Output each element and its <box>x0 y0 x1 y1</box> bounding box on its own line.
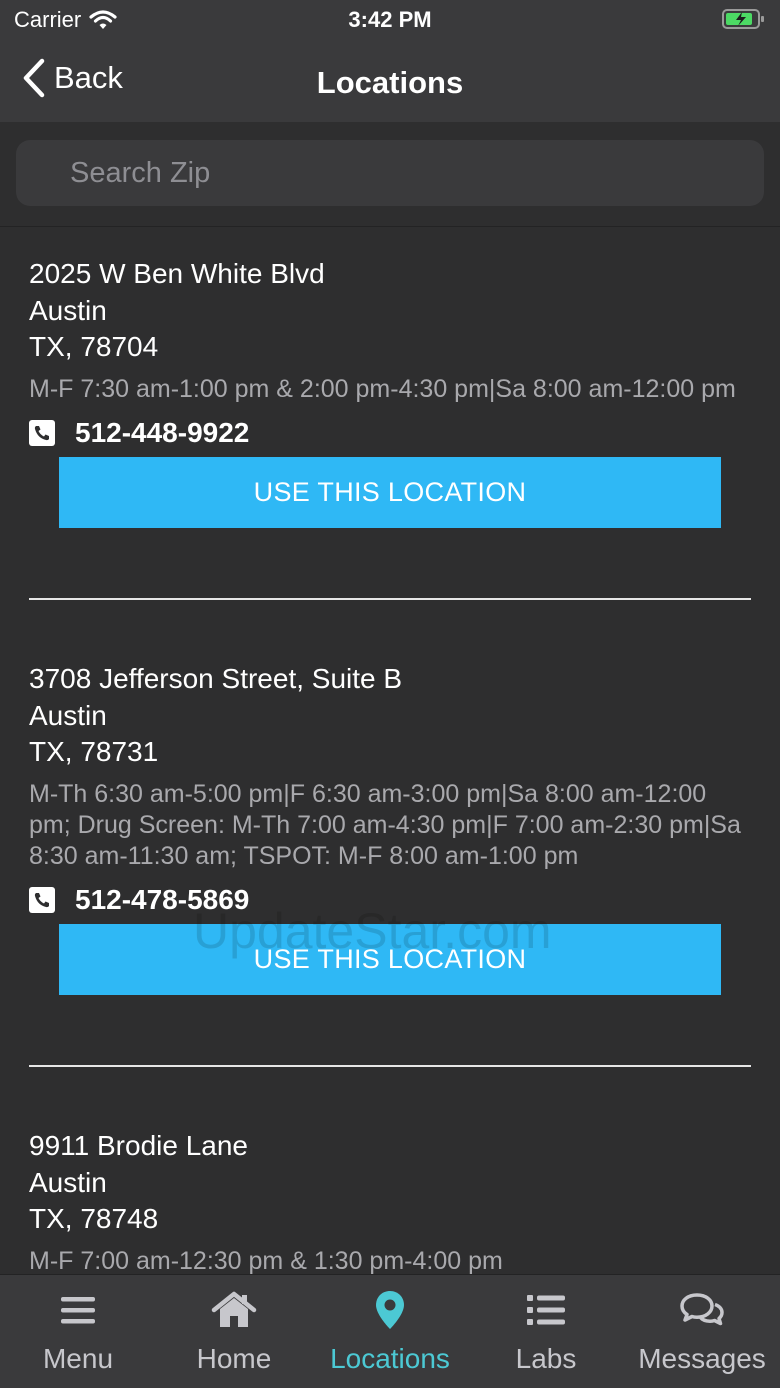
search-area <box>0 122 780 227</box>
location-city: Austin <box>29 1166 107 1198</box>
divider <box>29 1065 751 1067</box>
location-hours: M-F 7:00 am-12:30 pm & 1:30 pm-4:00 pm <box>29 1246 503 1275</box>
location-state-zip: TX, 78704 <box>29 331 159 362</box>
location-hours: M-Th 6:30 am-5:00 pm|F 6:30 am-3:00 pm|S… <box>29 779 741 871</box>
phone-row[interactable]: 512-478-5869 <box>29 882 751 918</box>
tab-home[interactable]: Home <box>156 1275 312 1388</box>
phone-icon <box>29 887 55 914</box>
location-item: 2025 W Ben White Blvd Austin TX, 78704 M… <box>29 256 751 528</box>
tab-labs[interactable]: Labs <box>468 1275 624 1388</box>
status-bar: Carrier 3:42 PM <box>0 0 780 40</box>
navigation-bar: Back Locations <box>0 40 780 123</box>
tab-label: Messages <box>638 1343 766 1374</box>
home-icon <box>211 1291 257 1327</box>
location-city: Austin <box>29 699 107 731</box>
location-street: 9911 Brodie Lane <box>29 1130 248 1161</box>
chat-icon <box>680 1293 724 1326</box>
location-list[interactable]: 2025 W Ben White Blvd Austin TX, 78704 M… <box>0 227 780 1274</box>
battery-icon <box>722 9 764 29</box>
tab-messages[interactable]: Messages <box>624 1275 780 1388</box>
phone-number[interactable]: 512-448-9922 <box>75 417 249 449</box>
menu-icon <box>61 1297 95 1324</box>
search-zip-input[interactable] <box>16 140 764 206</box>
tab-label: Home <box>196 1343 272 1374</box>
location-state-zip: TX, 78731 <box>29 736 159 767</box>
location-street: 2025 W Ben White Blvd <box>29 258 325 289</box>
list-icon <box>527 1295 565 1325</box>
location-pin-icon <box>376 1291 404 1329</box>
location-item: 3708 Jefferson Street, Suite B Austin TX… <box>29 661 751 996</box>
phone-number[interactable]: 512-478-5869 <box>75 884 249 916</box>
location-item: 9911 Brodie Lane Austin TX, 78748 M-F 7:… <box>29 1128 751 1274</box>
tab-bar: Menu Home Locations Labs Messages <box>0 1274 780 1388</box>
tab-menu[interactable]: Menu <box>0 1275 156 1388</box>
clock: 3:42 PM <box>348 7 432 32</box>
location-city: Austin <box>29 294 107 326</box>
location-hours: M-F 7:30 am-1:00 pm & 2:00 pm-4:30 pm|Sa… <box>29 374 736 403</box>
use-this-location-button[interactable]: USE THIS LOCATION <box>59 924 721 996</box>
divider <box>29 598 751 600</box>
phone-icon <box>29 419 55 446</box>
phone-row[interactable]: 512-448-9922 <box>29 415 751 451</box>
tab-label: Menu <box>42 1343 114 1374</box>
location-street: 3708 Jefferson Street, Suite B <box>29 663 403 694</box>
page-title: Locations <box>316 65 464 100</box>
location-state-zip: TX, 78748 <box>29 1203 159 1234</box>
tab-label: Locations <box>330 1343 450 1374</box>
use-this-location-button[interactable]: USE THIS LOCATION <box>59 456 721 528</box>
tab-label: Labs <box>515 1343 577 1374</box>
tab-locations[interactable]: Locations <box>312 1275 468 1388</box>
